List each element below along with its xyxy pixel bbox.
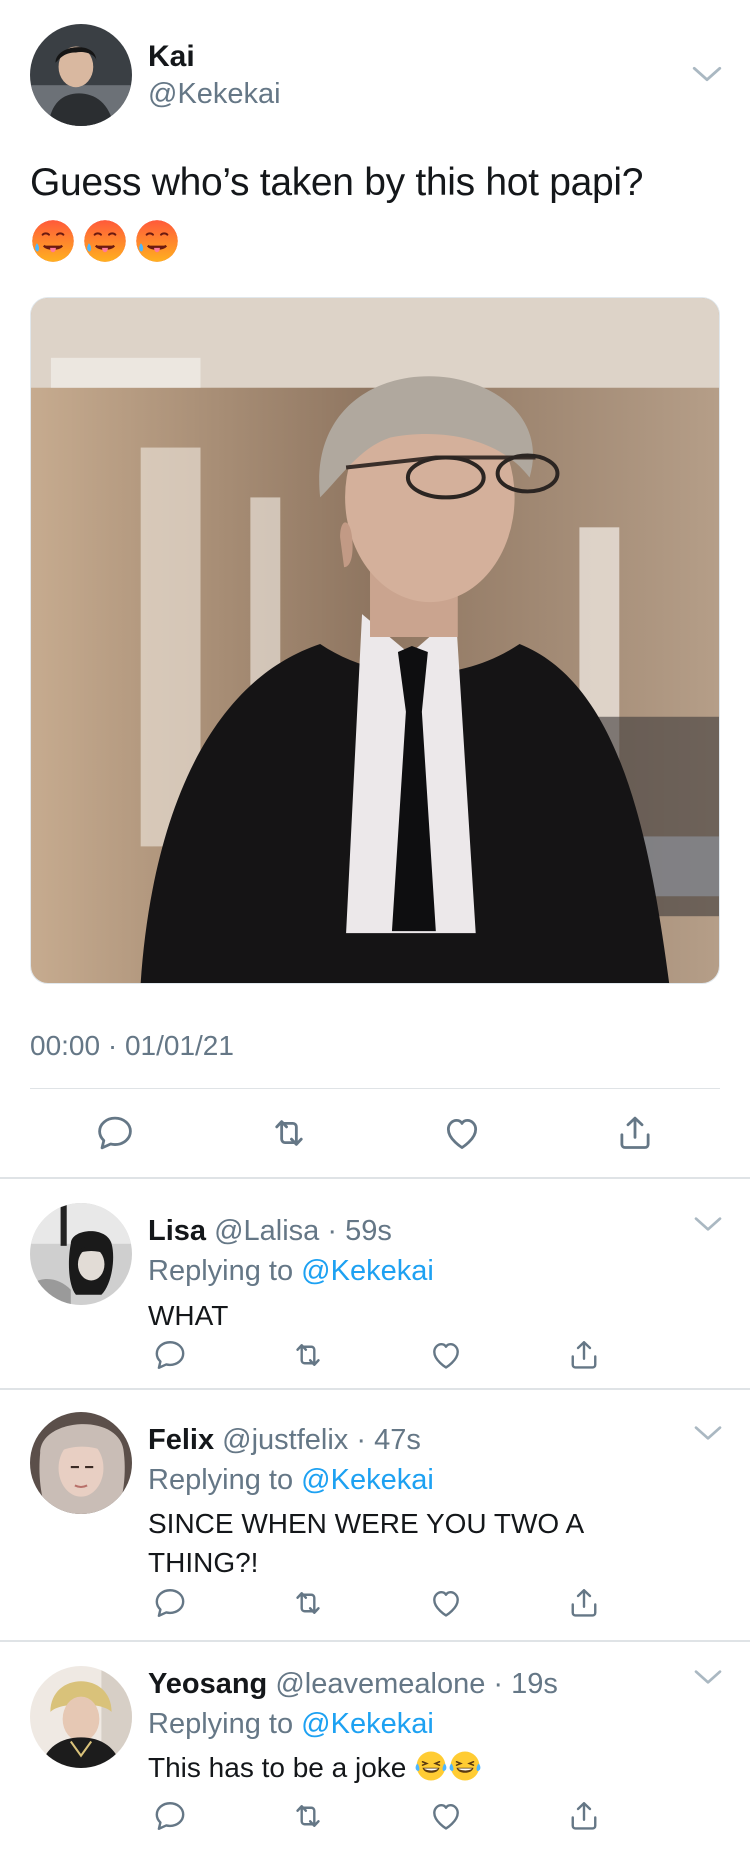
tweet-text: Guess who’s taken by this hot papi? — [30, 161, 644, 204]
retweet-icon[interactable] — [290, 1798, 326, 1834]
chevron-down-icon[interactable] — [692, 1211, 724, 1237]
reply-icon[interactable] — [152, 1585, 188, 1621]
hot-face-emoji — [30, 218, 76, 264]
reply-handle[interactable]: @leavemealone — [275, 1668, 485, 1700]
replying-to-link[interactable]: @Kekekai — [301, 1464, 434, 1496]
chevron-down-icon[interactable] — [692, 1664, 724, 1690]
reply-text-row: This has to be a joke — [148, 1748, 668, 1787]
reply-name[interactable]: Felix — [148, 1424, 214, 1456]
chevron-down-icon[interactable] — [692, 1420, 724, 1446]
tweet-photo[interactable] — [30, 297, 720, 984]
share-icon[interactable] — [566, 1585, 602, 1621]
replying-to-label: Replying to — [148, 1255, 294, 1287]
reply-time: 19s — [511, 1668, 558, 1700]
retweet-icon[interactable] — [290, 1337, 326, 1373]
reply-icon[interactable] — [152, 1798, 188, 1834]
main-tweet: Kai @Kekekai Guess who’s taken by this h… — [0, 0, 750, 1177]
replying-to: Replying to @Kekekai — [148, 1255, 434, 1288]
reply-icon[interactable] — [152, 1337, 188, 1373]
reply-header: Felix @justfelix · 47s — [148, 1424, 421, 1456]
replying-to: Replying to @Kekekai — [148, 1708, 434, 1741]
hot-face-emoji — [134, 218, 180, 264]
replying-to: Replying to @Kekekai — [148, 1464, 434, 1497]
reply-name[interactable]: Yeosang — [148, 1668, 267, 1700]
reply-name[interactable]: Lisa — [148, 1215, 206, 1247]
like-icon[interactable] — [428, 1798, 464, 1834]
reply-avatar[interactable] — [30, 1203, 132, 1305]
replying-to-label: Replying to — [148, 1708, 294, 1740]
reply-text: This has to be a joke — [148, 1752, 407, 1783]
replying-to-link[interactable]: @Kekekai — [301, 1255, 434, 1287]
main-action-bar — [0, 1108, 750, 1158]
reply-text: WHAT — [148, 1300, 229, 1331]
reply-time: 47s — [374, 1424, 421, 1456]
reply-header: Lisa @Lalisa · 59s — [148, 1215, 392, 1247]
reply-handle[interactable]: @Lalisa — [214, 1215, 319, 1247]
reply-icon[interactable] — [94, 1112, 136, 1154]
reply-avatar[interactable] — [30, 1666, 132, 1768]
share-icon[interactable] — [566, 1798, 602, 1834]
tears-of-joy-emoji — [414, 1749, 448, 1783]
reply-time: 59s — [345, 1215, 392, 1247]
reply-tweet[interactable]: Felix @justfelix · 47s Replying to @Keke… — [0, 1390, 750, 1640]
reply-handle[interactable]: @justfelix — [222, 1424, 348, 1456]
share-icon[interactable] — [566, 1337, 602, 1373]
retweet-icon[interactable] — [268, 1112, 310, 1154]
reply-tweet[interactable]: Lisa @Lalisa · 59s Replying to @Kekekai … — [0, 1179, 750, 1388]
like-icon[interactable] — [428, 1337, 464, 1373]
retweet-icon[interactable] — [290, 1585, 326, 1621]
tears-of-joy-emoji — [448, 1749, 482, 1783]
author-name[interactable]: Kai — [148, 40, 195, 74]
chevron-down-icon[interactable] — [690, 60, 724, 88]
like-icon[interactable] — [441, 1112, 483, 1154]
tweet-timestamp: 00:00 · 01/01/21 — [30, 1030, 234, 1061]
reply-text: SINCE WHEN WERE YOU TWO A THING?! — [148, 1508, 583, 1578]
tweet-emojis — [30, 218, 180, 268]
replying-to-link[interactable]: @Kekekai — [301, 1708, 434, 1740]
hot-face-emoji — [82, 218, 128, 264]
author-handle[interactable]: @Kekekai — [148, 78, 281, 111]
like-icon[interactable] — [428, 1585, 464, 1621]
reply-avatar[interactable] — [30, 1412, 132, 1514]
divider — [30, 1088, 720, 1089]
reply-header: Yeosang @leavemealone · 19s — [148, 1668, 558, 1700]
share-icon[interactable] — [614, 1112, 656, 1154]
author-avatar[interactable] — [30, 24, 132, 126]
reply-tweet[interactable]: Yeosang @leavemealone · 19s Replying to … — [0, 1642, 750, 1853]
replying-to-label: Replying to — [148, 1464, 294, 1496]
